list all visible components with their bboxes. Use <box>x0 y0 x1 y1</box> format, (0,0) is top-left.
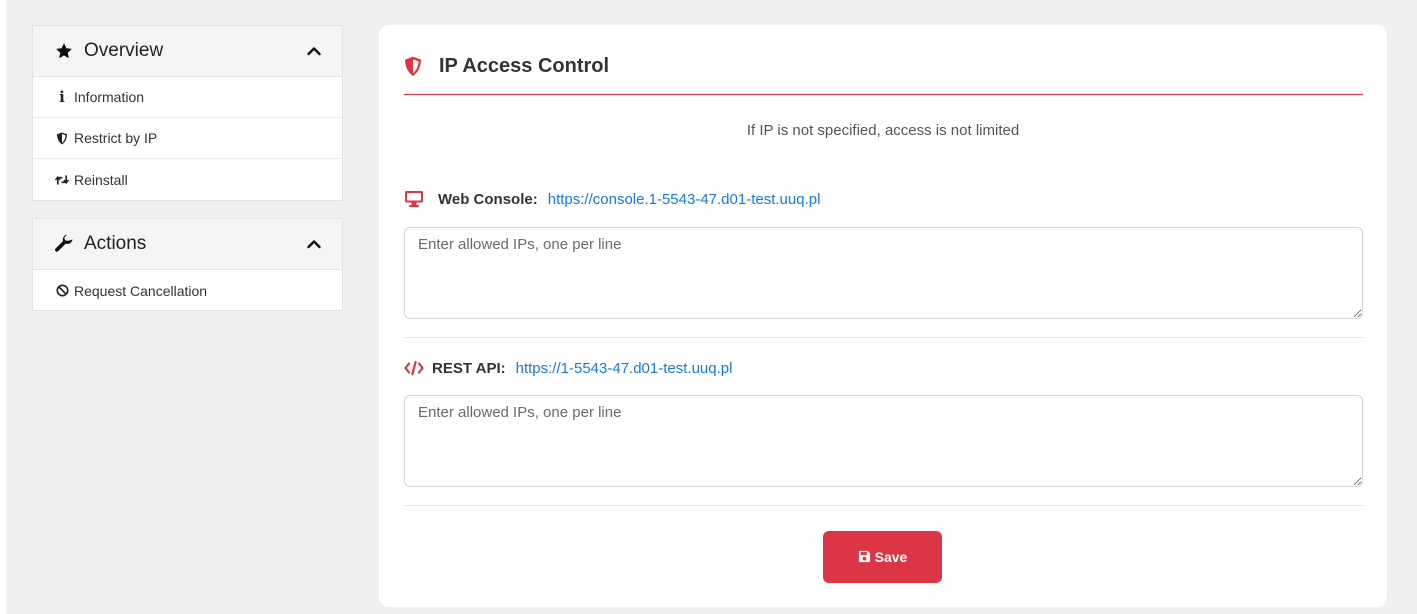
section-divider <box>404 505 1363 506</box>
chevron-up-icon[interactable] <box>306 43 322 59</box>
rest-api-ips-input[interactable] <box>404 395 1363 487</box>
sidebar-item-label: Information <box>74 89 145 105</box>
rest-api-link[interactable]: https://1-5543-47.d01-test.uuq.pl <box>516 360 733 377</box>
sidebar-item-restrict-by-ip[interactable]: Restrict by IP <box>33 118 342 159</box>
save-button-label: Save <box>874 549 908 565</box>
web-console-label-text: Web Console: <box>438 190 538 208</box>
actions-panel: Actions Request Cancellation <box>32 218 343 311</box>
sidebar-item-request-cancellation[interactable]: Request Cancellation <box>33 270 342 311</box>
code-icon <box>404 359 424 377</box>
web-console-link[interactable]: https://console.1-5543-47.d01-test.uuq.p… <box>548 191 821 208</box>
floppy-disk-icon <box>858 550 872 564</box>
info-icon: i <box>59 88 65 106</box>
ban-icon <box>55 284 69 298</box>
overview-panel: Overview i Information Restrict by IP Re… <box>32 25 343 201</box>
info-note: If IP is not specified, access is not li… <box>746 122 1020 139</box>
wrench-icon <box>54 234 74 254</box>
ip-access-card: IP Access Control If IP is not specified… <box>379 25 1387 607</box>
chevron-up-icon[interactable] <box>306 236 322 252</box>
shield-icon <box>55 131 69 145</box>
desktop-icon <box>404 190 424 208</box>
page-title: IP Access Control <box>404 55 609 78</box>
left-edge <box>0 0 6 614</box>
page-title-text: IP Access Control <box>439 55 610 77</box>
section-divider <box>404 337 1363 338</box>
actions-title: Actions <box>84 233 147 254</box>
save-button[interactable]: Save <box>823 531 942 583</box>
sidebar-item-label: Restrict by IP <box>74 130 158 146</box>
sidebar-item-reinstall[interactable]: Reinstall <box>33 159 342 200</box>
overview-panel-header[interactable]: Overview <box>33 26 342 77</box>
title-divider <box>404 94 1363 95</box>
web-console-label: Web Console: https://console.1-5543-47.d… <box>404 190 820 208</box>
star-icon <box>54 41 74 61</box>
sidebar-item-information[interactable]: i Information <box>33 77 342 118</box>
web-console-ips-input[interactable] <box>404 227 1363 319</box>
overview-title: Overview <box>84 40 164 61</box>
sidebar-item-label: Reinstall <box>74 171 128 188</box>
actions-panel-header[interactable]: Actions <box>33 219 342 270</box>
retweet-icon <box>55 173 69 187</box>
rest-api-label-text: REST API: <box>432 359 506 377</box>
shield-icon <box>404 56 424 78</box>
rest-api-label: REST API: https://1-5543-47.d01-test.uuq… <box>404 359 732 377</box>
sidebar-item-label: Request Cancellation <box>74 282 208 299</box>
